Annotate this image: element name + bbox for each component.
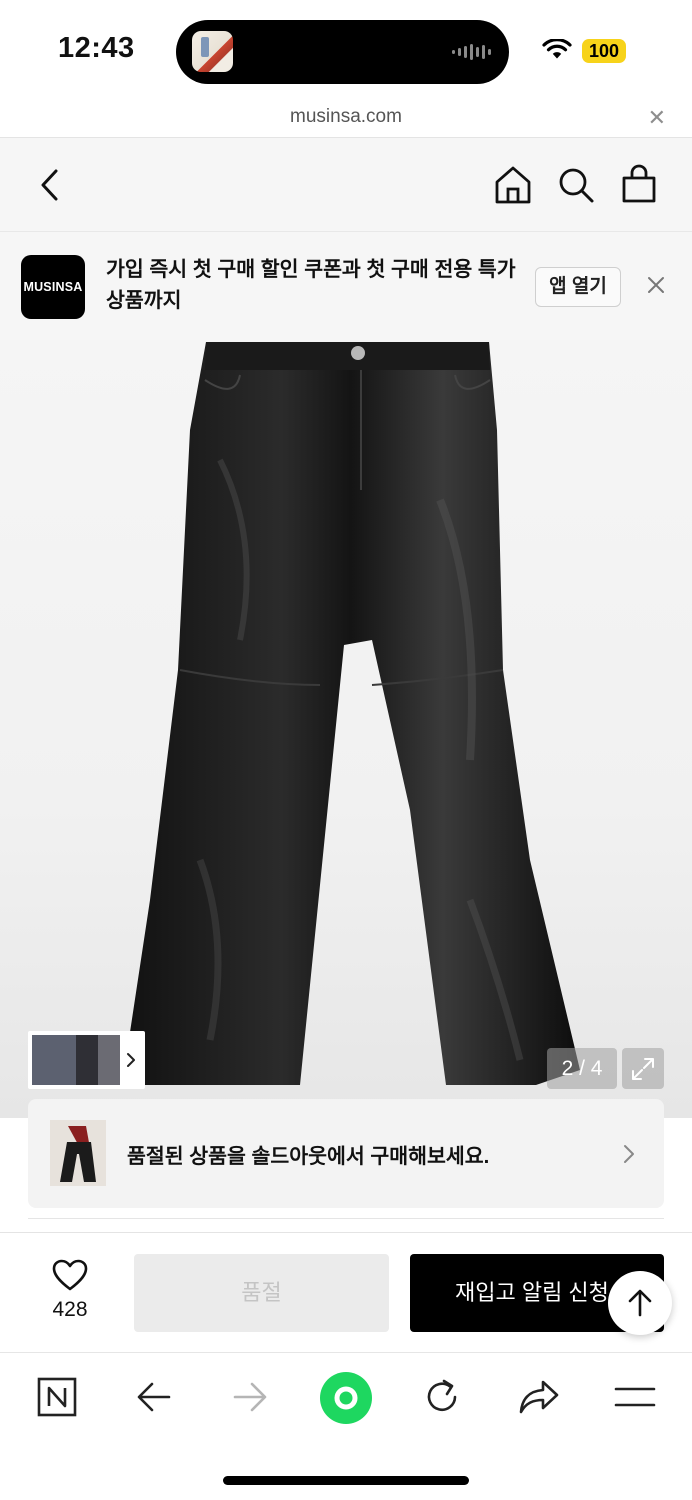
- like-count: 428: [52, 1298, 88, 1321]
- menu-icon[interactable]: [614, 1385, 656, 1409]
- forward-arrow-icon: [233, 1382, 267, 1412]
- thumbnail-strip[interactable]: [28, 1031, 145, 1089]
- url-bar[interactable]: musinsa.com ✕: [0, 100, 692, 138]
- app-install-banner: MUSINSA 가입 즉시 첫 구매 할인 쿠폰과 첫 구매 전용 특가 상품까…: [0, 232, 692, 340]
- green-dot-icon[interactable]: [319, 1371, 373, 1425]
- chevron-right-icon: [624, 1145, 634, 1163]
- soldout-notice[interactable]: 품절된 상품을 솔드아웃에서 구매해보세요.: [28, 1099, 664, 1208]
- banner-text: 가입 즉시 첫 구매 할인 쿠폰과 첫 구매 전용 특가 상품까지: [106, 258, 516, 312]
- url-text[interactable]: musinsa.com: [0, 106, 692, 128]
- wifi-icon: [542, 39, 572, 59]
- status-time: 12:43: [58, 32, 135, 64]
- share-icon[interactable]: [518, 1379, 560, 1415]
- notice-thumbnail: [50, 1120, 106, 1186]
- like-button[interactable]: 428: [44, 1259, 96, 1322]
- close-icon[interactable]: ✕: [648, 107, 666, 129]
- close-icon[interactable]: [646, 275, 666, 295]
- home-indicator: [223, 1476, 469, 1485]
- battery-icon: 100: [582, 39, 626, 63]
- heart-icon: [52, 1259, 88, 1291]
- dynamic-island[interactable]: [176, 20, 509, 84]
- nav-header: [0, 138, 692, 232]
- chevron-right-icon: [127, 1053, 135, 1067]
- purchase-action-bar: 428 품절 재입고 알림 신청: [0, 1232, 692, 1352]
- back-arrow-icon[interactable]: [136, 1379, 172, 1415]
- image-pager: 2 / 4: [547, 1048, 617, 1089]
- product-image[interactable]: 2 / 4: [0, 340, 692, 1118]
- search-icon[interactable]: [557, 166, 595, 204]
- soldout-button: 품절: [134, 1254, 389, 1332]
- reload-icon[interactable]: [422, 1377, 462, 1417]
- notice-text: 품절된 상품을 솔드아웃에서 구매해보세요.: [127, 1145, 490, 1168]
- app-logo: MUSINSA: [21, 255, 85, 319]
- leather-pants-image: [122, 342, 580, 1085]
- expand-button[interactable]: [622, 1048, 664, 1089]
- open-app-button[interactable]: 앱 열기: [535, 267, 621, 307]
- expand-icon: [632, 1058, 654, 1080]
- back-icon[interactable]: [36, 168, 64, 202]
- now-playing-icon: [192, 31, 233, 72]
- shopping-bag-icon[interactable]: [621, 164, 657, 204]
- audio-wave-icon: [452, 44, 491, 60]
- home-icon[interactable]: [494, 165, 532, 205]
- divider: [28, 1218, 664, 1219]
- status-bar: 12:43 100: [0, 0, 692, 100]
- scroll-to-top-button[interactable]: [608, 1271, 672, 1335]
- naver-n-icon[interactable]: [37, 1377, 77, 1417]
- arrow-up-icon: [628, 1289, 652, 1317]
